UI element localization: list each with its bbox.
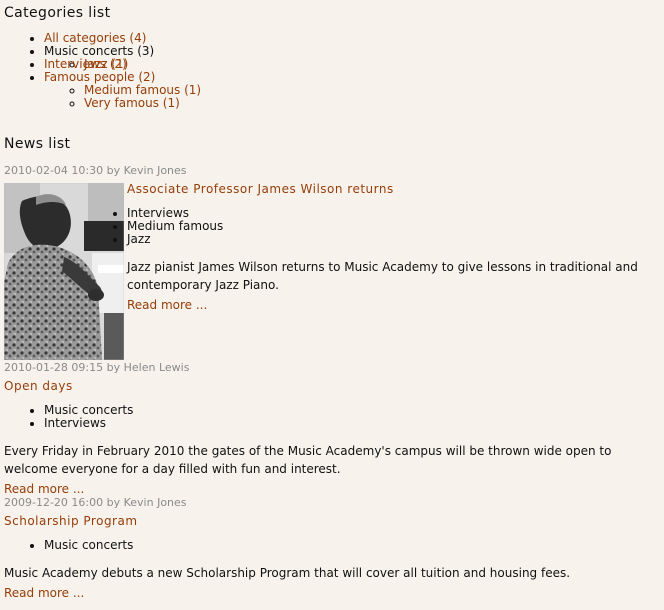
- news-heading: News list: [4, 136, 71, 152]
- news-tag: Jazz: [127, 233, 223, 246]
- category-very-famous-link[interactable]: Very famous (1): [84, 96, 180, 110]
- news-summary: Music Academy debuts a new Scholarship P…: [4, 566, 571, 580]
- news-meta: 2010-01-28 09:15 by Helen Lewis: [4, 361, 190, 374]
- news-tag: Interviews: [44, 417, 133, 430]
- category-famous-people: Famous people (2) Medium famous (1) Very…: [44, 70, 201, 110]
- news-tag: Music concerts: [44, 539, 133, 552]
- news-meta: 2009-12-20 16:00 by Kevin Jones: [4, 496, 187, 509]
- read-more-link[interactable]: Read more ...: [127, 298, 207, 312]
- news-tags: Interviews Medium famous Jazz: [0, 207, 223, 246]
- category-famous-people-link[interactable]: Famous people (2): [44, 70, 155, 84]
- category-interviews-link[interactable]: Interviews (2): [44, 57, 127, 71]
- news-meta: 2010-02-04 10:30 by Kevin Jones: [4, 164, 187, 177]
- news-title-link[interactable]: Scholarship Program: [4, 514, 138, 528]
- news-summary: Every Friday in February 2010 the gates …: [4, 444, 612, 476]
- category-all-link[interactable]: All categories (4): [44, 31, 146, 45]
- famous-subcategories: Medium famous (1) Very famous (1): [44, 84, 201, 110]
- news-title-link[interactable]: Open days: [4, 379, 73, 393]
- read-more-link[interactable]: Read more ...: [4, 482, 84, 496]
- news-tags: Music concerts Interviews: [0, 404, 133, 430]
- news-summary: Jazz pianist James Wilson returns to Mus…: [127, 260, 638, 292]
- category-music-concerts-label: Music concerts (3): [44, 44, 155, 58]
- page: Categories list All categories (4) Music…: [0, 0, 664, 610]
- read-more-link[interactable]: Read more ...: [4, 586, 84, 600]
- news-tags: Music concerts: [0, 539, 133, 552]
- news-title-link[interactable]: Associate Professor James Wilson returns: [127, 182, 394, 196]
- categories-list: All categories (4) Music concerts (3) Ja…: [0, 31, 201, 110]
- category-very-famous: Very famous (1): [84, 97, 201, 110]
- categories-heading: Categories list: [4, 5, 111, 21]
- category-medium-famous-link[interactable]: Medium famous (1): [84, 83, 201, 97]
